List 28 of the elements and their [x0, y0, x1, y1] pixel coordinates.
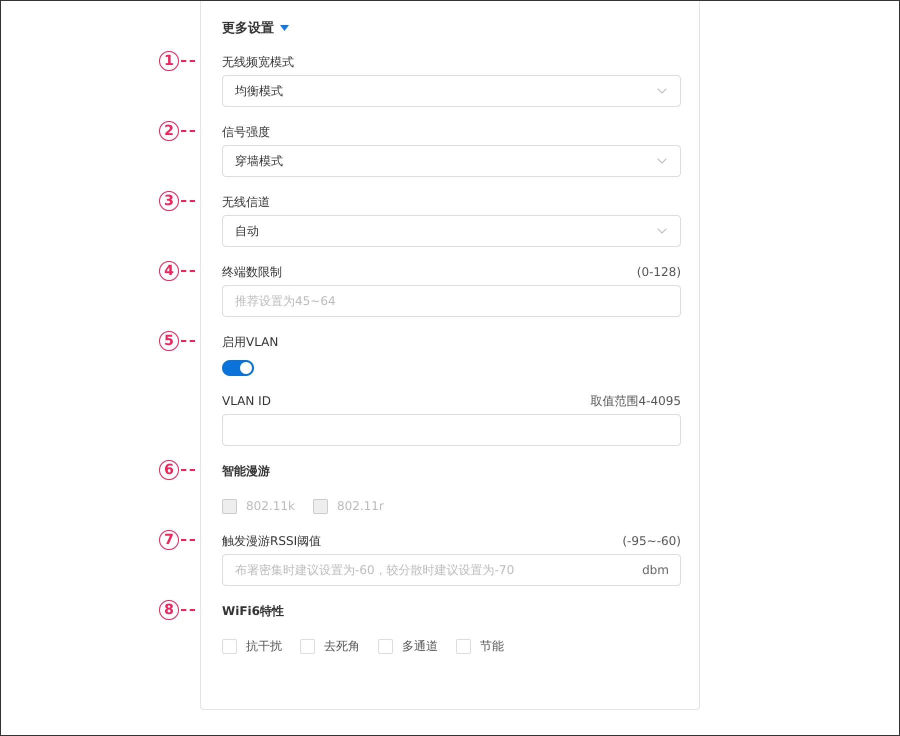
caret-icon[interactable]: [280, 25, 289, 31]
toggle-switch[interactable]: [222, 360, 254, 376]
checkbox[interactable]: [378, 638, 393, 654]
checkbox-option[interactable]: 节能: [456, 638, 504, 654]
checkbox[interactable]: [222, 638, 237, 654]
unit-label: dbm: [642, 563, 669, 577]
checkbox[interactable]: [456, 638, 471, 654]
range-hint: (0-128): [636, 265, 681, 279]
field-label: VLAN ID: [222, 394, 271, 408]
range-hint: (-95~-60): [622, 534, 681, 548]
range-hint: 取值范围4-4095: [590, 392, 681, 410]
checkbox-option[interactable]: 抗干扰: [222, 638, 282, 654]
field-label: 触发漫游RSSI阈值: [222, 532, 322, 550]
section-title: 更多设置: [222, 20, 274, 37]
field-label: 无线频宽模式: [222, 54, 294, 70]
field-label: 无线信道: [222, 194, 270, 210]
select-field[interactable]: 自动: [222, 215, 681, 247]
field-label: 信号强度: [222, 124, 270, 140]
select-field[interactable]: 穿墙模式: [222, 145, 681, 177]
field-label: 智能漫游: [222, 462, 270, 480]
select-field[interactable]: 均衡模式: [222, 75, 681, 107]
field-label: 启用VLAN: [222, 334, 278, 350]
field-label: 终端数限制: [222, 264, 282, 280]
checkbox-option[interactable]: 多通道: [378, 638, 438, 654]
input-field[interactable]: 推荐设置为45~64: [222, 285, 681, 317]
checkbox[interactable]: [300, 638, 315, 654]
checkbox-option[interactable]: 去死角: [300, 638, 360, 654]
field-label: WiFi6特性: [222, 602, 284, 620]
